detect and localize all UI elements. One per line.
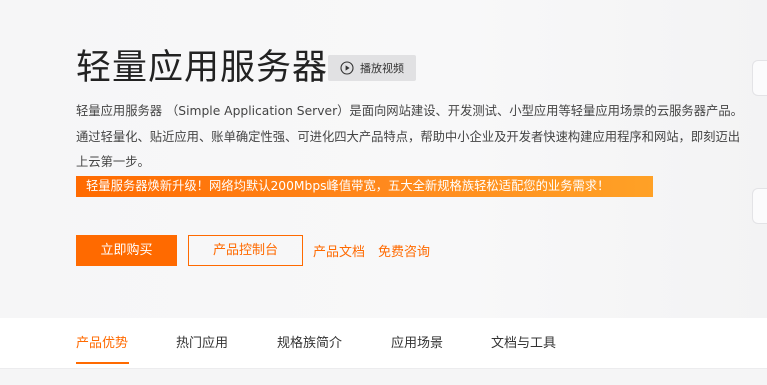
product-docs-link[interactable]: 产品文档 bbox=[313, 241, 365, 260]
free-consult-link[interactable]: 免费咨询 bbox=[378, 241, 430, 260]
tab-product-advantages[interactable]: 产品优势 bbox=[76, 332, 128, 351]
tab-docs-and-tools[interactable]: 文档与工具 bbox=[491, 332, 556, 351]
play-circle-icon bbox=[340, 61, 354, 75]
active-tab-indicator bbox=[76, 362, 129, 364]
page-title: 轻量应用服务器 bbox=[76, 48, 329, 88]
tab-spec-families[interactable]: 规格族简介 bbox=[277, 332, 342, 351]
section-tabs: 产品优势 热门应用 规格族简介 应用场景 文档与工具 bbox=[0, 318, 767, 368]
promo-banner[interactable]: 轻量服务器焕新升级！网络均默认200Mbps峰值带宽，五大全新规格族轻松适配您的… bbox=[76, 176, 653, 197]
tab-popular-apps[interactable]: 热门应用 bbox=[176, 332, 228, 351]
buy-now-button[interactable]: 立即购买 bbox=[76, 235, 177, 266]
content-divider bbox=[0, 368, 767, 385]
play-video-button[interactable]: 播放视频 bbox=[328, 55, 416, 81]
hero-section: 轻量应用服务器 播放视频 轻量应用服务器 （Simple Application… bbox=[0, 0, 767, 318]
tab-use-cases[interactable]: 应用场景 bbox=[391, 332, 443, 351]
side-widget-tab[interactable] bbox=[752, 60, 767, 96]
product-console-button[interactable]: 产品控制台 bbox=[188, 235, 303, 266]
play-video-label: 播放视频 bbox=[360, 62, 404, 75]
side-widget-tab[interactable] bbox=[752, 188, 767, 224]
product-description: 轻量应用服务器 （Simple Application Server）是面向网站… bbox=[76, 104, 743, 169]
